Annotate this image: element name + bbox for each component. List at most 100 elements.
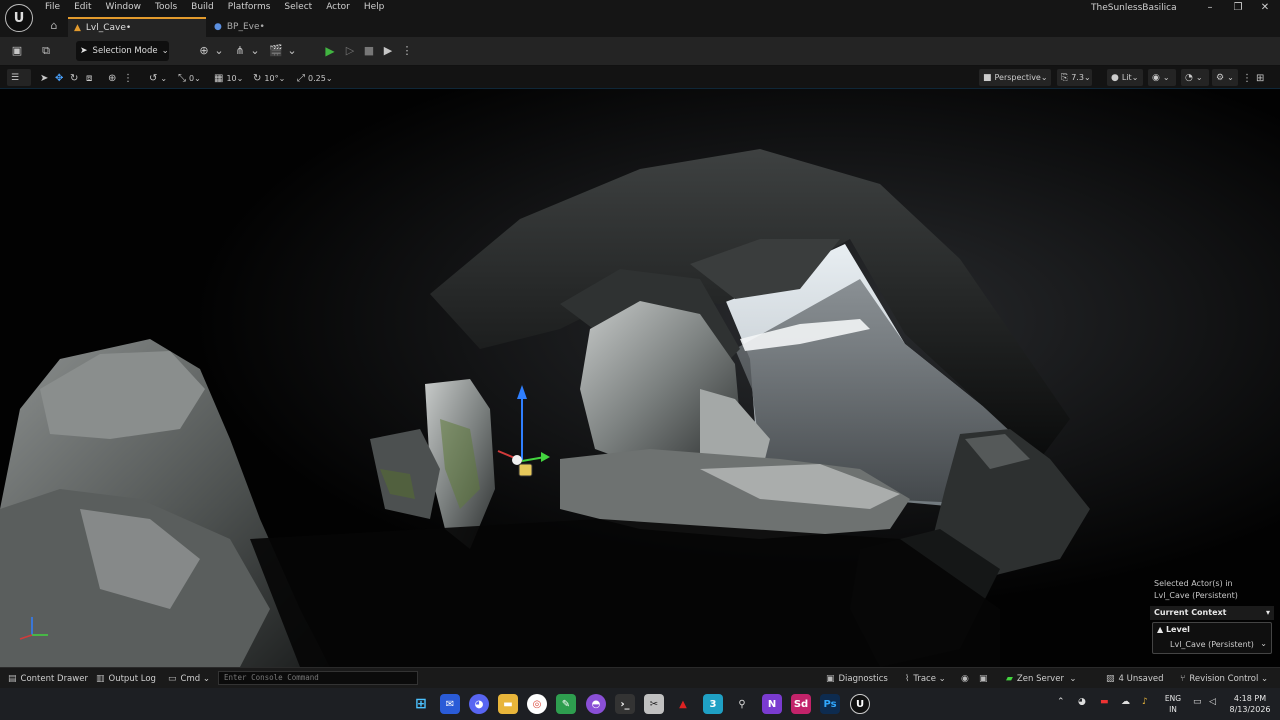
outlook-icon[interactable]: ✉ xyxy=(440,694,460,714)
show-flags-dropdown[interactable]: ◉ ⌄ xyxy=(1148,69,1176,86)
language-line2: IN xyxy=(1169,705,1177,714)
advance-frame-icon[interactable]: ▷ xyxy=(342,44,358,58)
volume-icon[interactable]: ◁ xyxy=(1209,697,1216,707)
network-icon[interactable]: ▭ xyxy=(1193,697,1202,707)
menu-build[interactable]: Build xyxy=(184,0,221,17)
unreal-logo-icon[interactable]: U xyxy=(5,4,33,32)
camera-speed-dropdown[interactable]: ⎘ 7.3 ⌄ xyxy=(1057,69,1092,86)
search-icon[interactable]: ⚲ xyxy=(732,694,752,714)
source-control-icon[interactable]: ⧉ xyxy=(38,44,54,58)
clock[interactable]: 4:18 PM 8/13/2026 xyxy=(1225,693,1275,715)
level-viewport[interactable]: Selected Actor(s) in Lvl_Cave (Persisten… xyxy=(0,89,1280,667)
selection-mode-dropdown[interactable]: ➤ Selection Mode ⌄ xyxy=(76,41,169,61)
microphone-icon[interactable]: ♪ xyxy=(1142,697,1148,707)
translate-tool-icon[interactable]: ✥ xyxy=(55,71,66,85)
settings-dropdown[interactable]: ⚙ ⌄ xyxy=(1212,69,1238,86)
blueprints-icon[interactable]: ⋔ xyxy=(232,44,248,58)
translate-snap-toggle[interactable]: ⤡ 0 ⌄ xyxy=(178,71,201,85)
close-button[interactable]: ✕ xyxy=(1255,1,1275,15)
menu-select[interactable]: Select xyxy=(277,0,319,17)
menu-tools[interactable]: Tools xyxy=(148,0,184,17)
play-icon[interactable]: ▶ xyxy=(322,44,338,58)
visual-studio-icon[interactable]: N xyxy=(762,694,782,714)
tab-lvl-cave[interactable]: ▲ Lvl_Cave• xyxy=(68,17,206,37)
unsaved-button[interactable]: ▧ 4 Unsaved xyxy=(1106,672,1164,685)
menu-window[interactable]: Window xyxy=(99,0,149,17)
select-tool-icon[interactable]: ➤ xyxy=(40,71,51,85)
menu-actor[interactable]: Actor xyxy=(319,0,357,17)
scale-snap-toggle[interactable]: ⤢ 0.25 ⌄ xyxy=(297,71,333,85)
trace-dropdown[interactable]: ⌇ Trace ⌄ xyxy=(905,672,946,685)
discord-icon[interactable]: ◕ xyxy=(469,694,489,714)
chevron-down-icon[interactable]: ⌄ xyxy=(284,44,300,58)
diagnostics-button[interactable]: ▣ Diagnostics xyxy=(826,672,888,685)
github-icon[interactable]: ◓ xyxy=(586,694,606,714)
more-options-icon[interactable]: ⋮ xyxy=(1242,71,1255,85)
current-context-header[interactable]: Current Context ▾ xyxy=(1150,606,1274,620)
chevron-down-icon[interactable]: ⌄ xyxy=(211,44,227,58)
photoshop-icon[interactable]: Ps xyxy=(820,694,840,714)
windows-start-icon[interactable]: ⊞ xyxy=(411,694,431,714)
add-actor-icon[interactable]: ⊕ xyxy=(196,44,212,58)
scale-tool-icon[interactable]: ⧈ xyxy=(86,71,95,85)
cmd-dropdown[interactable]: ▭ Cmd ⌄ xyxy=(168,672,210,685)
output-log-label: Output Log xyxy=(108,673,156,684)
menu-file[interactable]: File xyxy=(38,0,67,17)
output-log-button[interactable]: ▥ Output Log xyxy=(96,672,156,685)
notepad-icon[interactable]: ✎ xyxy=(556,694,576,714)
discord-tray-icon[interactable]: ◕ xyxy=(1078,697,1086,707)
language-indicator[interactable]: ENG IN xyxy=(1162,693,1184,715)
substance-icon[interactable]: Sd xyxy=(791,694,811,714)
actor-billboard-icon[interactable] xyxy=(518,463,533,477)
lit-dropdown[interactable]: ● Lit ⌄ xyxy=(1107,69,1143,86)
rotate-tool-icon[interactable]: ↻ xyxy=(70,71,81,85)
menu-help[interactable]: Help xyxy=(357,0,392,17)
unreal-editor-window: File Edit Window Tools Build Platforms S… xyxy=(0,0,1280,720)
menu-platforms[interactable]: Platforms xyxy=(221,0,278,17)
unreal-engine-icon[interactable]: U xyxy=(850,694,870,714)
cinematics-icon[interactable]: 🎬 xyxy=(268,44,284,58)
level-context-box[interactable]: ▲ Level Lvl_Cave (Persistent) ⌄ xyxy=(1152,622,1272,654)
zen-server-dropdown[interactable]: ▰ Zen Server ⌄ xyxy=(1006,672,1076,685)
tab-label: BP_Eve• xyxy=(226,22,265,32)
console-command-input[interactable]: Enter Console Command xyxy=(218,671,418,685)
more-options-icon[interactable]: ⋮ xyxy=(399,44,415,58)
app-icon[interactable]: 3 xyxy=(703,694,723,714)
restore-button[interactable]: ❐ xyxy=(1228,1,1248,15)
content-drawer-button[interactable]: ▤ Content Drawer xyxy=(8,672,88,685)
grid-snap-toggle[interactable]: ▦ 10 ⌄ xyxy=(214,71,243,85)
lit-sphere-icon: ● xyxy=(1111,72,1119,83)
world-space-icon[interactable]: ⊕ xyxy=(108,71,119,85)
layout-icon[interactable]: ⊞ xyxy=(1256,71,1267,85)
acrobat-icon[interactable]: ▲ xyxy=(673,694,693,714)
terminal-icon[interactable]: ›_ xyxy=(615,694,635,714)
performance-dropdown[interactable]: ◔ ⌄ xyxy=(1181,69,1209,86)
onedrive-icon[interactable]: ☁ xyxy=(1121,697,1130,707)
menu-edit[interactable]: Edit xyxy=(67,0,98,17)
scale-snap-value: 0.25 xyxy=(308,73,326,83)
rotation-snap-toggle[interactable]: ↻ 10° ⌄ xyxy=(253,71,285,85)
launch-icon[interactable]: ▶ xyxy=(380,44,396,58)
chrome-icon[interactable]: ◎ xyxy=(527,694,547,714)
minimize-button[interactable]: – xyxy=(1200,1,1220,15)
home-icon[interactable]: ⌂ xyxy=(47,19,61,35)
save-icon[interactable]: ▣ xyxy=(9,44,25,58)
gizmo-center[interactable] xyxy=(512,455,522,465)
chevron-down-icon: ⌄ xyxy=(161,46,169,56)
file-explorer-icon[interactable]: ▬ xyxy=(498,694,518,714)
app-tray-icon[interactable]: ▬ xyxy=(1100,697,1109,707)
more-options-icon[interactable]: ⋮ xyxy=(123,71,136,85)
snipping-tool-icon[interactable]: ✂ xyxy=(644,694,664,714)
rotation-snap-icon: ↻ xyxy=(253,72,262,84)
record-icon[interactable]: ◉ xyxy=(961,672,973,685)
viewport-options-button[interactable]: ☰ xyxy=(7,69,31,86)
tab-bp-eve[interactable]: ● BP_Eve• xyxy=(208,17,318,37)
chevron-up-icon[interactable]: ⌃ xyxy=(1057,697,1065,707)
content-drawer-label: Content Drawer xyxy=(20,673,88,684)
surface-snap-icon[interactable]: ↺ ⌄ xyxy=(149,71,167,85)
stop-icon[interactable]: ■ xyxy=(361,44,377,58)
revision-control-dropdown[interactable]: ⑂ Revision Control ⌄ xyxy=(1180,672,1268,685)
perspective-dropdown[interactable]: ■ Perspective ⌄ xyxy=(979,69,1051,86)
screenshot-icon[interactable]: ▣ xyxy=(979,672,992,685)
chevron-down-icon[interactable]: ⌄ xyxy=(247,44,263,58)
